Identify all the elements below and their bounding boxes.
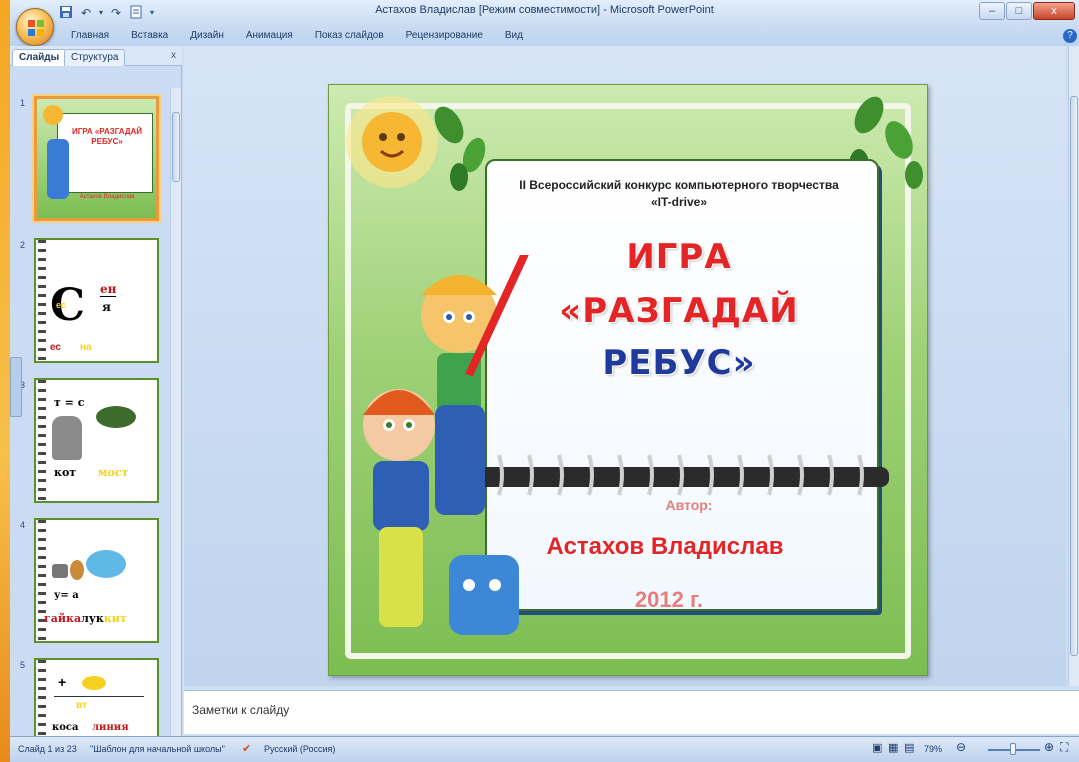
kids-illustration [47,139,69,199]
rebus-text: кит [103,612,127,625]
zoom-in-icon[interactable]: ⊕ [1044,740,1054,754]
zoom-slider-knob[interactable] [1010,743,1016,755]
notes-area[interactable]: Заметки к слайду [184,690,1079,734]
nut-image [52,564,68,578]
normal-view-icon[interactable]: ▣ [872,741,882,754]
tab-design[interactable]: Дизайн [179,28,235,44]
office-logo-icon [28,20,44,36]
sun-icon [43,105,63,125]
current-slide[interactable]: II Всероссийский конкурс компьютерного т… [328,84,928,676]
slides-pane: Слайды Структура x 1 ИГРА «РАЗГАДАЙ РЕБУ… [10,46,182,736]
rebus-text: т = с [54,396,85,409]
theme-name[interactable]: "Шаблон для начальной школы" [90,744,225,754]
window-controls: – □ x [979,2,1075,20]
fraction-line [54,696,144,697]
rebus-text: ес [56,300,66,310]
desktop-edge [0,0,10,762]
thumbnail-number: 2 [20,240,26,250]
cat-image [52,416,82,460]
language[interactable]: Русский (Россия) [264,744,335,754]
onion-image [70,560,84,580]
contest-name: «IT-drive» [650,195,708,209]
spiral-binding [38,240,46,361]
workspace-scrollbar[interactable] [1068,46,1079,686]
spiral-binding [38,660,46,736]
thumbnail-number: 1 [20,98,26,108]
spellcheck-icon[interactable]: ✔ [242,742,251,755]
tab-outline[interactable]: Структура [64,49,126,66]
rebus-text: линия [92,722,129,733]
tab-view[interactable]: Вид [494,28,534,44]
thumbnail-number: 5 [20,660,26,670]
thumbnail-title: ИГРА «РАЗГАДАЙ РЕБУС» [71,127,143,146]
notes-placeholder: Заметки к слайду [192,703,290,717]
pane-tabs: Слайды Структура x [10,46,182,66]
lemon-image [82,676,106,690]
pane-splitter[interactable] [10,357,22,417]
thumbnail-slide-3[interactable]: т = с кот мост [34,378,159,503]
title-bar: ↶ ▾ ↷ ▾ Астахов Владислав [Режим совмест… [10,0,1079,46]
tab-slides[interactable]: Слайды [12,49,67,66]
help-icon[interactable]: ? [1063,29,1077,43]
ribbon-tabs: Главная Вставка Дизайн Анимация Показ сл… [60,28,534,44]
slide-title-line1: ИГРА [626,237,732,277]
tab-slideshow[interactable]: Показ слайдов [304,28,395,44]
rebus-text: коса [52,722,79,733]
rebus-text: я [102,300,111,314]
rebus-text: мост [98,466,129,479]
rebus-text: вт [76,700,87,711]
thumbnail-slide-1[interactable]: ИГРА «РАЗГАДАЙ РЕБУС» Астахов Владислав [34,96,159,221]
contest-title: II Всероссийский конкурс компьютерного т… [519,178,839,192]
slide-counter: Слайд 1 из 23 [18,744,77,754]
slideshow-view-icon[interactable]: ▤ [904,741,914,754]
powerpoint-window: ↶ ▾ ↷ ▾ Астахов Владислав [Режим совмест… [10,0,1079,762]
whale-image [86,550,126,578]
slide-sorter-icon[interactable]: ▦ [888,741,898,754]
thumbnail-slide-5[interactable]: + вт коса линия [34,658,159,736]
tab-home[interactable]: Главная [60,28,120,44]
bridge-image [96,406,136,428]
pane-close-icon[interactable]: x [171,50,176,61]
maximize-button[interactable]: □ [1006,2,1032,20]
status-bar: Слайд 1 из 23 "Шаблон для начальной школ… [10,736,1079,762]
rebus-text: ен [100,282,117,297]
thumbnail-number: 4 [20,520,26,530]
close-button[interactable]: x [1033,2,1075,20]
thumbnail-paper [57,113,153,193]
zoom-out-icon[interactable]: ⊖ [956,740,966,754]
author-label: Автор: [665,497,713,513]
rebus-text: гайка [44,612,82,625]
pane-scrollbar[interactable] [170,88,181,736]
slide-title-line2: «РАЗГАДАЙ [559,291,799,331]
rebus-words: гайкалуккит [44,612,127,625]
workspace-scroll-thumb[interactable] [1070,96,1078,656]
tab-insert[interactable]: Вставка [120,28,179,44]
tab-animation[interactable]: Анимация [235,28,304,44]
pane-scroll-thumb[interactable] [172,112,180,182]
rebus-text: ес [50,342,61,353]
thumbnail-list: 1 ИГРА «РАЗГАДАЙ РЕБУС» Астахов Владисла… [10,68,170,736]
tab-review[interactable]: Рецензирование [395,28,494,44]
thumbnail-slide-4[interactable]: у= а гайкалуккит [34,518,159,643]
thumbnail-slide-2[interactable]: С ен я ес ес на [34,238,159,363]
fit-to-window-icon[interactable]: ⛶ [1060,740,1068,755]
rebus-text: лук [81,612,104,625]
thumbnail-author: Астахов Владислав [79,194,135,200]
slide-year: 2012 г. [634,587,704,612]
spiral-binding [38,380,46,501]
rebus-text: на [80,342,92,353]
minimize-button[interactable]: – [979,2,1005,20]
zoom-level[interactable]: 79% [924,744,942,754]
window-title: Астахов Владислав [Режим совместимости] … [375,4,714,16]
rebus-text: у= а [54,590,79,601]
slide-title-line3: РЕБУС» [602,343,756,383]
author-name: Астахов Владислав [546,533,784,560]
sun-icon [346,96,438,188]
rebus-text: + [58,674,67,690]
rebus-text: кот [54,466,77,479]
